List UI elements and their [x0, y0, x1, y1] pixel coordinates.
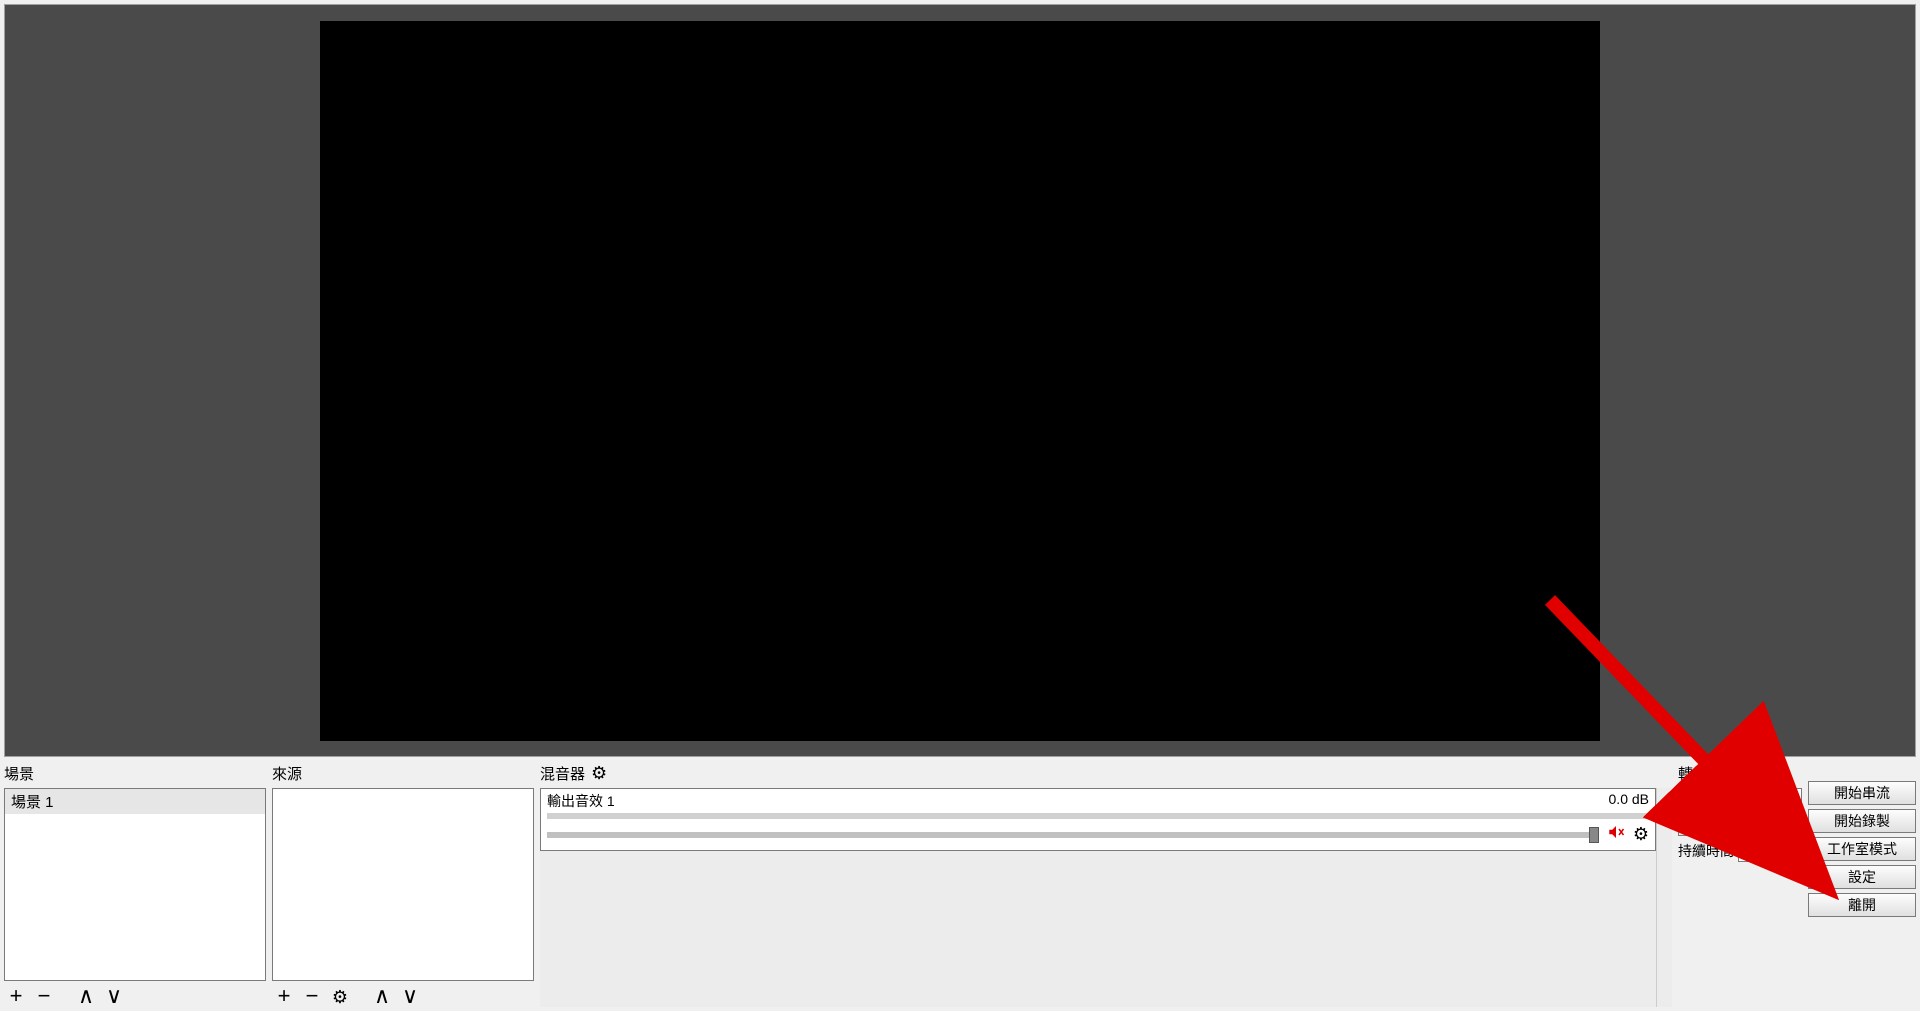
scene-item[interactable]: 場景 1	[5, 789, 265, 815]
mixer-channel-level: 0.0 dB	[1609, 791, 1649, 811]
start-streaming-button[interactable]: 開始串流	[1808, 781, 1916, 805]
add-scene-button[interactable]	[6, 985, 26, 1007]
exit-button[interactable]: 離開	[1808, 893, 1916, 917]
remove-transition-button[interactable]	[1710, 814, 1738, 836]
remove-scene-button[interactable]	[34, 985, 54, 1007]
move-source-down-button[interactable]	[400, 985, 420, 1007]
add-transition-button[interactable]	[1678, 814, 1706, 836]
scenes-title: 場景	[4, 761, 266, 788]
mixer-volume-thumb[interactable]	[1589, 827, 1599, 843]
scenes-list[interactable]: 場景 1	[4, 788, 266, 981]
move-scene-up-button[interactable]	[76, 985, 96, 1007]
mixer-scrollbar[interactable]	[1656, 788, 1672, 1007]
sources-title: 來源	[272, 761, 534, 788]
remove-source-button[interactable]	[302, 985, 322, 1007]
sources-toolbar	[272, 981, 534, 1007]
mixer-channel-name: 輸出音效 1	[547, 791, 615, 811]
mixer-title: 混音器	[540, 761, 1672, 788]
scenes-panel: 場景 場景 1	[4, 761, 266, 1007]
mixer-meter	[547, 813, 1649, 819]
transition-select[interactable]: 淡入淡出	[1678, 788, 1802, 810]
sources-list[interactable]	[272, 788, 534, 981]
sources-panel: 來源	[272, 761, 534, 1007]
scenes-toolbar	[4, 981, 266, 1007]
mixer-settings-icon[interactable]	[591, 763, 607, 784]
mixer-channel: 輸出音效 1 0.0 dB	[540, 788, 1656, 851]
move-scene-down-button[interactable]	[104, 985, 124, 1007]
channel-settings-icon[interactable]	[1633, 824, 1649, 845]
start-recording-button[interactable]: 開始錄製	[1808, 809, 1916, 833]
duration-label: 持續時間	[1678, 841, 1734, 861]
settings-button[interactable]: 設定	[1808, 865, 1916, 889]
transitions-title: 轉場特效	[1678, 761, 1802, 788]
source-properties-button[interactable]	[330, 985, 350, 1007]
mixer-panel: 混音器 輸出音效 1 0.0 dB	[540, 761, 1672, 1007]
preview-area	[4, 4, 1916, 757]
chevron-down-icon	[1791, 791, 1797, 807]
bottom-panels: 場景 場景 1 來源	[0, 757, 1920, 1011]
controls-column: 開始串流 開始錄製 工作室模式 設定 離開	[1808, 761, 1916, 1007]
transition-selected: 淡入淡出	[1683, 789, 1739, 809]
studio-mode-button[interactable]: 工作室模式	[1808, 837, 1916, 861]
mute-icon[interactable]	[1607, 823, 1625, 846]
duration-input[interactable]	[1738, 840, 1798, 862]
transition-properties-button[interactable]	[1742, 814, 1770, 836]
transitions-panel: 轉場特效 淡入淡出 持續時間	[1678, 761, 1802, 1007]
mixer-volume-slider[interactable]	[547, 832, 1599, 838]
add-source-button[interactable]	[274, 985, 294, 1007]
mixer-body: 輸出音效 1 0.0 dB	[540, 788, 1672, 1007]
move-source-up-button[interactable]	[372, 985, 392, 1007]
mixer-title-text: 混音器	[540, 763, 585, 784]
preview-canvas[interactable]	[320, 21, 1600, 741]
